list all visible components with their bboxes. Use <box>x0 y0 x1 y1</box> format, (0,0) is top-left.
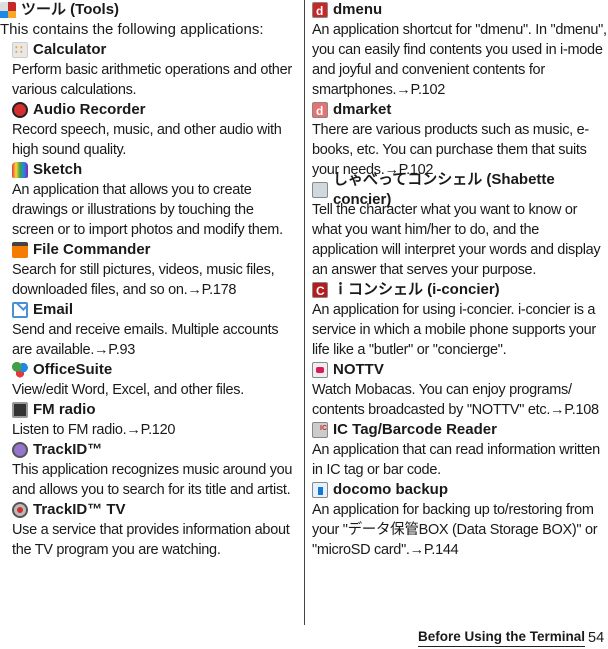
left-column: ツール (Tools) This contains the following … <box>0 0 298 560</box>
section-heading: ツール (Tools) <box>0 0 298 20</box>
app-entry-trackid-tv: TrackID™ TV Use a service that provides … <box>12 500 298 560</box>
officesuite-icon <box>12 362 28 378</box>
nottv-icon <box>312 362 328 378</box>
audio-recorder-icon <box>12 102 28 118</box>
section-title: ツール (Tools) <box>21 1 120 18</box>
app-entry-nottv: NOTTV Watch Mobacas. You can enjoy progr… <box>312 360 608 420</box>
app-description: An application that can read information… <box>312 442 600 478</box>
app-entry-fm-radio: FM radio Listen to FM radio.→P.120 <box>12 400 298 440</box>
i-concier-icon <box>312 281 328 301</box>
app-description: An application for backing up to/restori… <box>312 502 598 558</box>
app-name: Sketch <box>33 161 83 178</box>
trackid-icon <box>12 442 28 458</box>
app-description: Use a service that provides information … <box>12 522 290 558</box>
column-divider <box>304 0 305 625</box>
page-number: 54 <box>588 630 605 646</box>
tools-icon <box>0 2 16 18</box>
app-name: FM radio <box>33 401 96 418</box>
app-name: ｉコンシェル (i-concier) <box>333 281 500 298</box>
app-name: docomo backup <box>333 481 449 498</box>
app-name: IC Tag/Barcode Reader <box>333 421 497 438</box>
app-description: An application shortcut for "dmenu". In … <box>312 22 607 98</box>
footer-section-label: Before Using the Terminal <box>418 630 586 647</box>
app-entry-i-concier: ｉコンシェル (i-concier) An application for us… <box>312 280 608 360</box>
app-description: View/edit Word, Excel, and other files. <box>12 382 244 398</box>
trackid-tv-icon <box>12 502 28 518</box>
app-entry-email: Email Send and receive emails. Multiple … <box>12 300 298 360</box>
right-column: dmenu An application shortcut for "dmenu… <box>312 0 608 560</box>
app-name: Calculator <box>33 41 107 58</box>
app-entry-officesuite: OfficeSuite View/edit Word, Excel, and o… <box>12 360 298 400</box>
app-description: Search for still pictures, videos, music… <box>12 262 275 298</box>
app-description: Record speech, music, and other audio wi… <box>12 122 282 158</box>
app-description: Tell the character what you want to know… <box>312 202 601 278</box>
app-name: TrackID™ <box>33 441 103 458</box>
app-name: OfficeSuite <box>33 361 113 378</box>
shabette-concier-icon <box>312 182 328 198</box>
app-name: File Commander <box>33 241 151 258</box>
fm-radio-icon <box>12 402 28 418</box>
app-entry-sketch: Sketch An application that allows you to… <box>12 160 298 240</box>
app-name: dmarket <box>333 101 392 118</box>
app-entry-dmarket: dmarket There are various products such … <box>312 100 608 180</box>
dmenu-icon <box>312 1 328 21</box>
app-entry-trackid: TrackID™ This application recognizes mus… <box>12 440 298 500</box>
app-entry-dmenu: dmenu An application shortcut for "dmenu… <box>312 0 608 100</box>
app-entry-docomo-backup: docomo backup An application for backing… <box>312 480 608 560</box>
app-description: Watch Mobacas. You can enjoy programs/ c… <box>312 382 599 418</box>
app-description: Perform basic arithmetic operations and … <box>12 62 292 98</box>
ic-tag-reader-icon <box>312 419 328 439</box>
app-name: dmenu <box>333 1 383 18</box>
app-entry-audio-recorder: Audio Recorder Record speech, music, and… <box>12 100 298 160</box>
app-description: An application for using i-concier. i-co… <box>312 302 596 358</box>
docomo-backup-icon <box>312 482 328 498</box>
app-entry-calculator: Calculator Perform basic arithmetic oper… <box>12 40 298 100</box>
calculator-icon <box>12 40 28 60</box>
sketch-icon <box>12 162 28 178</box>
page-footer: Before Using the Terminal 54 <box>0 625 608 649</box>
app-description: Send and receive emails. Multiple accoun… <box>12 322 279 358</box>
app-description: Listen to FM radio.→P.120 <box>12 422 176 438</box>
app-entry-shabette-concier: しゃべってコンシェル (Shabette concier) Tell the c… <box>312 171 608 280</box>
app-name: Audio Recorder <box>33 101 146 118</box>
app-description: An application that allows you to create… <box>12 182 283 238</box>
app-entry-ic-tag-reader: IC Tag/Barcode Reader An application tha… <box>312 419 608 480</box>
app-name: Email <box>33 301 74 318</box>
app-entry-file-commander: File Commander Search for still pictures… <box>12 240 298 300</box>
section-intro: This contains the following applications… <box>0 21 264 38</box>
app-name: NOTTV <box>333 361 384 378</box>
dmarket-icon <box>312 101 328 121</box>
file-commander-icon <box>12 242 28 258</box>
app-description: This application recognizes music around… <box>12 462 293 498</box>
app-name: TrackID™ TV <box>33 501 126 518</box>
email-icon <box>12 302 28 318</box>
